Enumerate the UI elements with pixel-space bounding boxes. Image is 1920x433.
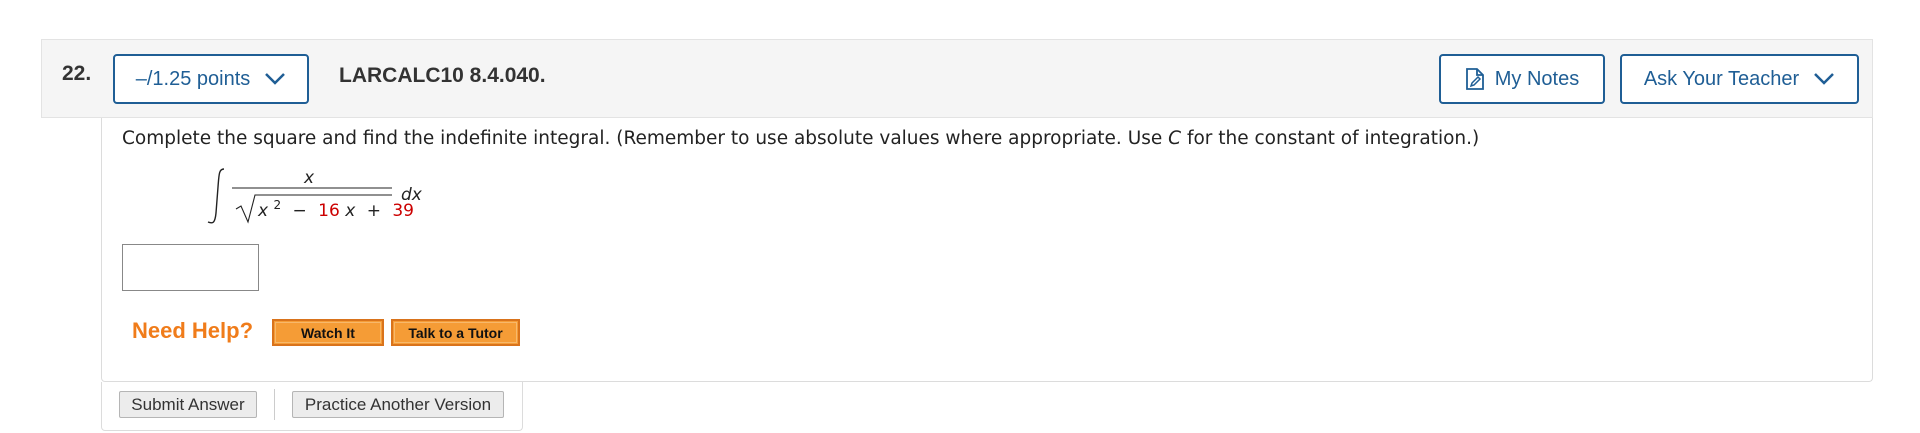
question-number: 22.	[62, 62, 92, 85]
practice-another-version-button[interactable]: Practice Another Version	[292, 391, 504, 418]
my-notes-button[interactable]: My Notes	[1439, 54, 1605, 104]
need-help-label: Need Help?	[132, 318, 254, 343]
note-icon	[1465, 68, 1484, 90]
ask-teacher-label: Ask Your Teacher	[1643, 67, 1800, 90]
radicand-plus: +	[367, 201, 381, 221]
prompt-constant-var: C	[1168, 128, 1182, 149]
radicand-minus: −	[293, 201, 307, 221]
submit-answer-button[interactable]: Submit Answer	[119, 391, 257, 418]
radicand-exponent: 2	[273, 198, 281, 212]
radicand-x: x	[257, 201, 269, 221]
differential: dx	[401, 185, 423, 205]
chevron-down-icon	[265, 73, 286, 85]
question-id: LARCALC10 8.4.040.	[339, 64, 546, 87]
integral-sign	[207, 168, 225, 224]
chevron-down-icon	[1814, 73, 1835, 85]
prompt-text-after: for the constant of integration.)	[1181, 128, 1480, 149]
integrand-numerator: x	[303, 168, 315, 188]
radicand-term-x: x	[344, 201, 356, 221]
watch-it-button[interactable]: Watch It	[272, 319, 384, 346]
integral-expression: x x 2 − 16 x + 39 dx	[207, 168, 423, 224]
coefficient-highlight: 16	[318, 201, 340, 221]
talk-to-tutor-button[interactable]: Talk to a Tutor	[391, 319, 520, 346]
ask-your-teacher-button[interactable]: Ask Your Teacher	[1620, 54, 1859, 104]
problem-prompt: Complete the square and find the indefin…	[122, 128, 1479, 149]
points-label: –/1.25 points	[135, 67, 251, 90]
answer-input[interactable]	[122, 244, 259, 291]
footer-divider	[274, 389, 275, 420]
svg-text:x 2 − 16 x: x 2 − 16 x + 39	[257, 194, 414, 221]
points-dropdown-button[interactable]: –/1.25 points	[113, 54, 309, 104]
my-notes-label: My Notes	[1494, 67, 1580, 90]
prompt-text-before: Complete the square and find the indefin…	[122, 128, 1169, 149]
